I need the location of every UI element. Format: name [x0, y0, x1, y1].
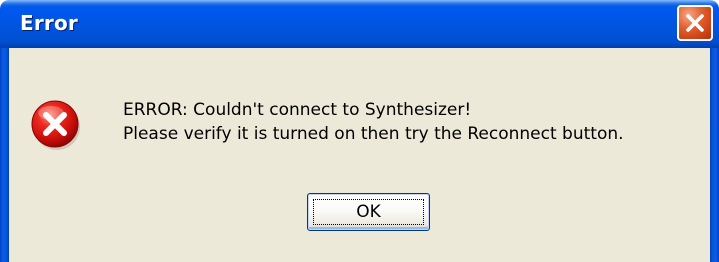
ok-button[interactable]: OK — [307, 193, 430, 231]
close-icon — [686, 14, 704, 32]
ok-button-label: OK — [313, 199, 424, 225]
window-frame-left — [0, 48, 9, 262]
error-message-line-2: Please verify it is turned on then try t… — [123, 124, 624, 144]
title-bar-gloss — [0, 0, 719, 6]
error-message: ERROR: Couldn't connect to Synthesizer! … — [123, 98, 624, 146]
close-button[interactable] — [677, 5, 713, 41]
window-frame-right — [710, 48, 719, 262]
error-message-line-1: ERROR: Couldn't connect to Synthesizer! — [123, 100, 472, 120]
error-dialog: Error ERROR: Couldn't connect to Synthes… — [0, 0, 719, 262]
window-title: Error — [20, 11, 78, 35]
error-icon — [31, 100, 80, 150]
title-bar[interactable]: Error — [0, 0, 719, 48]
